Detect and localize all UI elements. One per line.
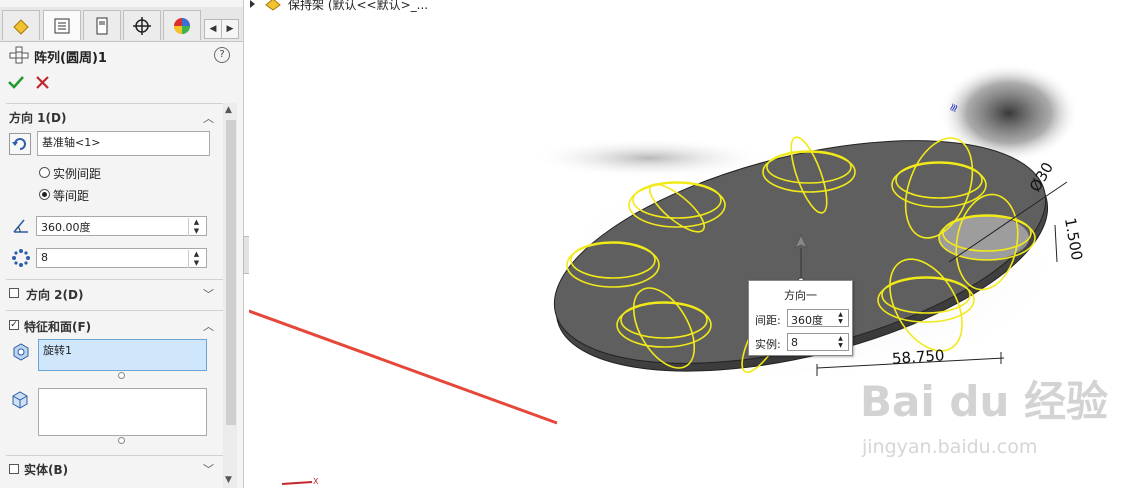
direction-2-checkbox[interactable] [9, 288, 19, 298]
divider [6, 103, 230, 104]
reverse-direction-icon[interactable] [9, 133, 31, 155]
features-icon [13, 343, 29, 361]
help-button[interactable]: ? [214, 47, 230, 63]
panel-scrollbar-thumb[interactable] [226, 120, 236, 425]
features-list-item[interactable]: 旋转1 [43, 344, 72, 357]
bodies-checkbox[interactable] [9, 464, 19, 474]
feature-tree-root[interactable]: 保持架 (默认<<默认>_... [288, 0, 428, 13]
width-dimension[interactable]: 58.750 [891, 346, 945, 368]
instance-count-icon [12, 249, 30, 267]
triad-x-label: X [313, 477, 319, 486]
scroll-down-arrow[interactable]: ▼ [225, 475, 232, 485]
property-manager-icon [54, 18, 70, 34]
chevron-up-icon[interactable]: ︿ [203, 318, 214, 334]
configuration-icon [96, 17, 108, 35]
chevron-down-icon[interactable]: ﹀ [203, 461, 214, 477]
equal-spacing-label: 等间距 [53, 189, 90, 203]
instance-spacing-radio[interactable] [39, 167, 50, 178]
popup-spacing-value: 360度 [791, 314, 823, 327]
popup-spacing-label: 间距: [755, 314, 781, 327]
instance-spacing-label: 实例间距 [53, 167, 102, 181]
faces-list[interactable] [38, 388, 207, 436]
popup-title: 方向一 [784, 289, 817, 302]
watermark-brand: Bai du 经验 [860, 377, 1108, 426]
triad-x-axis [281, 481, 313, 485]
angle-icon [13, 219, 28, 233]
tab-dimxpert[interactable] [123, 10, 161, 40]
circular-pattern-icon [9, 46, 29, 64]
features-faces-checkbox[interactable]: ✓ [9, 320, 19, 330]
cancel-button[interactable] [36, 76, 49, 89]
divider [6, 279, 230, 280]
popup-spacing-spinner[interactable]: ▲ ▼ [835, 311, 846, 325]
popup-count-value: 8 [791, 336, 798, 349]
direction-popup: 方向一 间距: 360度 ▲ ▼ 实例: 8 ▲ ▼ [748, 280, 853, 356]
popup-spacing-input[interactable]: 360度 ▲ ▼ [787, 309, 849, 327]
annotation-arrow [249, 309, 558, 425]
features-list[interactable]: 旋转1 [38, 339, 207, 371]
watermark-url: jingyan.baidu.com [862, 436, 1038, 458]
part-icon [265, 0, 281, 11]
feature-manager-icon [13, 19, 29, 35]
faces-icon [12, 391, 28, 409]
angle-input[interactable]: 360.00度 ▲ ▼ [36, 216, 207, 236]
crosshair-icon [133, 17, 151, 35]
tab-display-manager[interactable] [163, 10, 201, 40]
chevron-down-icon[interactable]: ﹀ [203, 286, 214, 302]
section-bodies-label: 实体(B) [24, 463, 69, 477]
tabs-scroll-right[interactable]: ▶ [221, 19, 239, 39]
equal-spacing-radio[interactable] [39, 189, 50, 200]
divider [6, 455, 230, 456]
expand-arrow-icon[interactable] [248, 0, 258, 9]
angle-spinner[interactable]: ▲ ▼ [188, 218, 204, 236]
scroll-up-arrow[interactable]: ▲ [225, 105, 232, 115]
section-features-faces-label: 特征和面(F) [24, 320, 92, 334]
tab-configuration-manager[interactable] [83, 10, 121, 40]
instance-count-spinner[interactable]: ▲ ▼ [188, 250, 204, 268]
angle-value: 360.00度 [41, 221, 91, 234]
instance-count-value: 8 [41, 251, 48, 264]
chevron-up-icon[interactable]: ︿ [203, 110, 214, 126]
ok-button[interactable] [8, 75, 24, 89]
popup-count-spinner[interactable]: ▲ ▼ [835, 335, 846, 349]
tab-feature-manager[interactable] [2, 10, 40, 40]
property-manager: ◀ ▶ 阵列(圆周)1 ? 方向 1(D) ︿ 基准轴<1> 实例间距 等间距 … [0, 0, 244, 488]
tab-property-manager[interactable] [43, 10, 81, 40]
resize-handle[interactable] [118, 437, 125, 444]
section-direction-2-label: 方向 2(D) [26, 288, 84, 302]
panel-tabs: ◀ ▶ [0, 7, 243, 42]
section-direction-1-label: 方向 1(D) [9, 111, 67, 125]
divider [6, 310, 230, 311]
feature-title: 阵列(圆周)1 [34, 51, 107, 66]
instance-count-input[interactable]: 8 ▲ ▼ [36, 248, 207, 268]
tabs-scroll-left[interactable]: ◀ [204, 19, 222, 39]
resize-handle[interactable] [118, 372, 125, 379]
color-wheel-icon [174, 18, 190, 34]
axis-selection-field[interactable]: 基准轴<1> [37, 131, 210, 156]
popup-count-label: 实例: [755, 338, 781, 351]
popup-count-input[interactable]: 8 ▲ ▼ [787, 333, 849, 351]
